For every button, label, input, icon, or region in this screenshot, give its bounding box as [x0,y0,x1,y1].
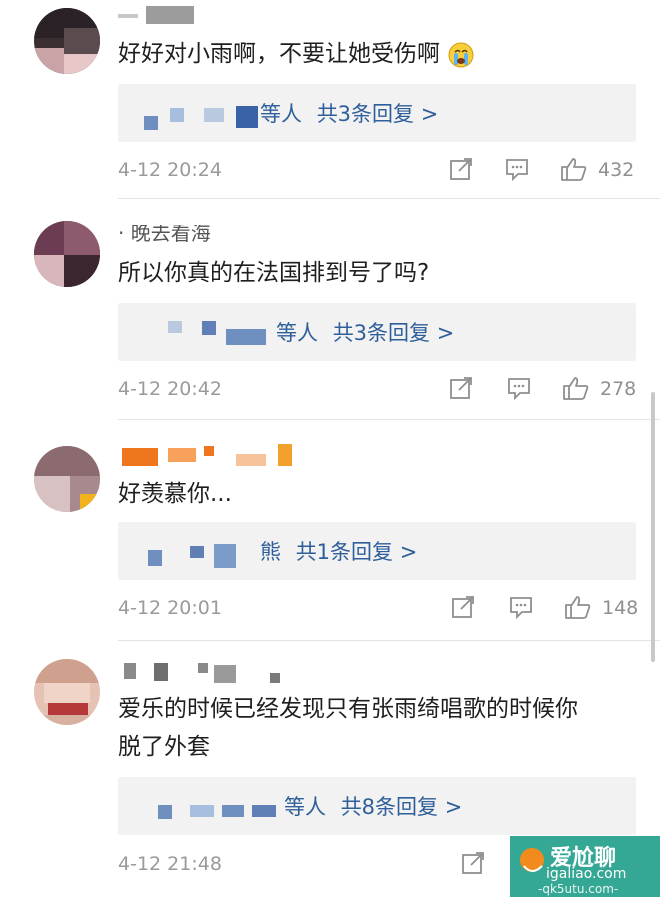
reply-names: 熊 [260,540,281,564]
replies-box[interactable]: 等人 共3条回复 > [118,84,636,142]
username-blurred[interactable] [118,6,208,30]
comment-text-line2: 脱了外套 [118,734,210,760]
watermark-logo: 爱尬聊 igaliao.com -qk5utu.com- [510,836,660,897]
comment-icon[interactable] [504,156,530,182]
comment-text: 好羡慕你... [118,481,232,507]
username-blurred[interactable] [118,442,318,466]
comment-text: 好好对小雨啊，不要让她受伤啊 [118,36,475,72]
reply-count-link[interactable]: 共3条回复 > [333,321,455,345]
reply-summary[interactable]: 等人 共8条回复 > [284,791,462,821]
comment-time: 4-12 20:42 [118,378,222,400]
like-count: 148 [602,597,639,619]
watermark-sub: -qk5utu.com- [538,882,619,896]
like-count: 278 [600,378,637,400]
reply-names: 等人 [284,795,326,819]
comment-time: 4-12 21:48 [118,853,222,875]
reply-count-link[interactable]: 共3条回复 > [317,102,439,126]
reply-names: 等人 [260,102,302,126]
replies-box[interactable]: 熊 共1条回复 > [118,522,636,580]
replies-box[interactable]: 等人 共3条回复 > [118,303,636,361]
comment-text-line1: 爱乐的时候已经发现只有张雨绮唱歌的时候你 [118,696,578,722]
username-partial[interactable]: · 晚去看海 [118,225,318,249]
username-blurred[interactable] [118,659,298,683]
comment-item: · 晚去看海 所以你真的在法国排到号了吗? 等人 共3条回复 > 4-12 20… [0,199,660,419]
comment-icon[interactable] [506,375,532,401]
comment-icon[interactable] [508,594,534,620]
reply-count-link[interactable]: 共8条回复 > [341,795,463,819]
avatar[interactable] [34,659,100,725]
replies-box[interactable]: 等人 共8条回复 > [118,777,636,835]
reply-summary[interactable]: 熊 共1条回复 > [260,536,417,566]
reply-count-link[interactable]: 共1条回复 > [296,540,418,564]
comment-time: 4-12 20:24 [118,159,222,181]
scrollbar[interactable] [651,392,655,662]
comment-meta: 4-12 20:42 278 [118,375,636,405]
share-icon[interactable] [460,850,486,876]
comment-text: 所以你真的在法国排到号了吗? [118,260,430,286]
comment-item: 好好对小雨啊，不要让她受伤啊 等人 共3条回复 > 4-12 20:24 432 [0,0,660,198]
reply-names: 等人 [276,321,318,345]
comment-item: 好羡慕你... 熊 共1条回复 > 4-12 20:01 148 [0,420,660,640]
reply-summary[interactable]: 等人 共3条回复 > [276,317,454,347]
crying-face-emoji-icon [447,41,475,69]
share-icon[interactable] [448,375,474,401]
avatar[interactable] [34,221,100,287]
avatar[interactable] [34,446,100,512]
like-icon[interactable] [560,156,587,182]
comment-time: 4-12 20:01 [118,597,222,619]
share-icon[interactable] [450,594,476,620]
comment-meta: 4-12 20:24 432 [118,156,636,186]
comment-meta: 4-12 20:01 148 [118,594,639,624]
like-icon[interactable] [562,375,589,401]
share-icon[interactable] [448,156,474,182]
like-count: 432 [598,159,635,181]
reply-summary[interactable]: 等人 共3条回复 > [260,98,438,128]
avatar[interactable] [34,8,100,74]
watermark-url: igaliao.com [546,866,627,882]
like-icon[interactable] [564,594,591,620]
